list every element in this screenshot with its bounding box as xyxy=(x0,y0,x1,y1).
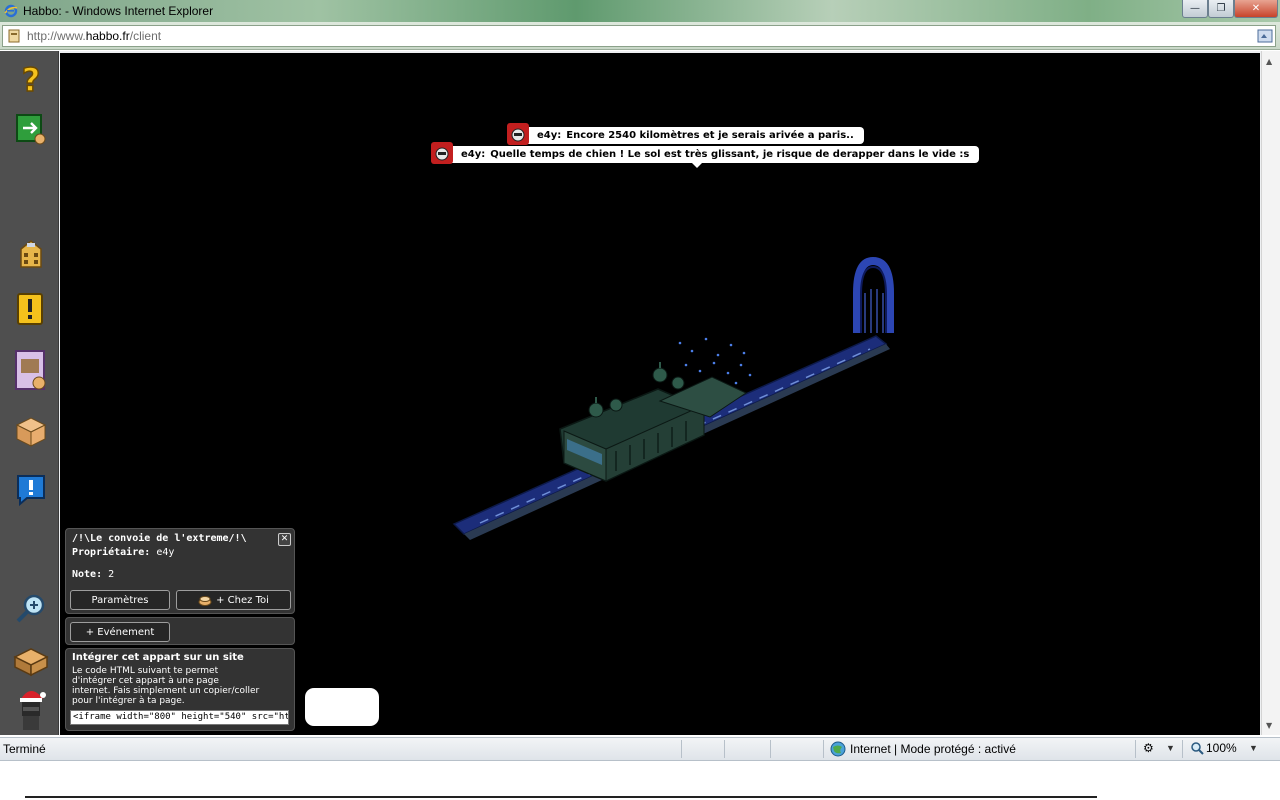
chat-username: e4y: xyxy=(461,149,486,160)
rating-value: 2 xyxy=(108,569,115,580)
status-text: Terminé xyxy=(3,742,46,756)
hotel-view-icon[interactable] xyxy=(13,235,49,271)
chat-message: Encore 2540 kilomètres et je serais ariv… xyxy=(566,130,854,141)
internet-explorer-icon xyxy=(4,4,18,18)
help-icon[interactable]: ? xyxy=(13,61,49,97)
security-settings-icon[interactable]: ⚙ xyxy=(1143,741,1154,755)
minimize-button[interactable]: — xyxy=(1182,0,1208,18)
svg-text:?: ? xyxy=(22,61,41,97)
settings-button[interactable]: Paramètres xyxy=(70,590,170,610)
taskbar-edge xyxy=(25,796,1097,798)
room-icon[interactable] xyxy=(13,641,49,677)
maximize-button[interactable]: ❐ xyxy=(1208,0,1234,18)
zoom-dropdown-icon[interactable]: ▼ xyxy=(1249,743,1258,753)
room-info-panel: /!\Le convoie de l'extreme/!\ ✕ Propriét… xyxy=(65,528,295,614)
zoom-icon[interactable] xyxy=(13,591,49,627)
chat-bubble[interactable]: e4y: Encore 2540 kilomètres et je serais… xyxy=(507,123,864,145)
inventory-icon[interactable] xyxy=(13,413,49,449)
room-canvas[interactable]: e4y: Encore 2540 kilomètres et je serais… xyxy=(60,53,1260,735)
add-event-button[interactable]: + Evénement xyxy=(70,622,170,642)
event-panel: + Evénement xyxy=(65,617,295,645)
chat-bubble-tail xyxy=(692,163,702,168)
owner-label: Propriétaire: xyxy=(72,547,151,558)
security-dropdown-icon[interactable]: ▼ xyxy=(1166,743,1175,753)
close-window-button[interactable]: ✕ xyxy=(1234,0,1278,18)
window-title: Habbo: - Windows Internet Explorer xyxy=(23,4,214,18)
archway-gate xyxy=(853,256,894,333)
embed-panel: Intégrer cet appart sur un site Le code … xyxy=(65,648,295,731)
habbo-toolbar: ? xyxy=(0,51,59,735)
chat-avatar-icon xyxy=(507,123,529,145)
address-field[interactable]: http://www.habbo.fr/client xyxy=(2,25,1276,47)
chat-message: Quelle temps de chien ! Le sol est très … xyxy=(490,149,970,160)
close-icon[interactable]: ✕ xyxy=(278,533,291,546)
avatar-icon[interactable] xyxy=(13,685,49,731)
rating-label: Note: xyxy=(72,569,103,580)
globe-icon xyxy=(830,741,846,757)
address-url: http://www.habbo.fr/client xyxy=(27,29,162,43)
catalogue-icon[interactable] xyxy=(13,349,49,393)
site-icon xyxy=(8,29,20,43)
compatibility-view-icon[interactable] xyxy=(1257,28,1273,44)
zoom-level: 100% xyxy=(1206,741,1237,755)
chat-bubble[interactable]: e4y: Quelle temps de chien ! Le sol est … xyxy=(431,142,980,168)
add-home-button[interactable]: + Chez Toi xyxy=(176,590,291,610)
owner-name: e4y xyxy=(156,547,175,558)
scroll-up-icon[interactable]: ▲ xyxy=(1266,57,1272,66)
notice-icon[interactable] xyxy=(13,291,49,327)
browser-content: ? e4y: Encore 2540 kilomètres et je sera… xyxy=(0,51,1280,735)
window-title-bar: Habbo: - Windows Internet Explorer — ❐ ✕ xyxy=(0,0,1280,22)
zone-text: Internet | Mode protégé : activé xyxy=(850,742,1016,756)
embed-code-input[interactable]: <iframe width="800" height="540" src="ht… xyxy=(70,710,289,725)
chat-avatar-icon xyxy=(431,142,453,164)
scroll-down-icon[interactable]: ▼ xyxy=(1266,721,1272,730)
address-bar: http://www.habbo.fr/client xyxy=(0,22,1280,50)
embed-description: Le code HTML suivant te permet d'intégre… xyxy=(72,666,260,706)
chat-username: e4y: xyxy=(537,130,562,141)
exit-room-icon[interactable] xyxy=(13,111,49,147)
embed-title: Intégrer cet appart sur un site xyxy=(72,652,244,663)
room-name: /!\Le convoie de l'extreme/!\ xyxy=(72,533,247,544)
help-bubble-icon[interactable] xyxy=(13,471,49,507)
security-zone[interactable]: Internet | Mode protégé : activé xyxy=(830,741,1016,757)
empty-chat-bubble xyxy=(305,688,379,726)
vertical-scrollbar[interactable]: ▲ ▼ xyxy=(1261,51,1280,735)
status-bar: Terminé Internet | Mode protégé : activé… xyxy=(0,737,1280,761)
zoom-control[interactable]: 100% xyxy=(1190,741,1237,755)
zoom-magnifier-icon xyxy=(1191,742,1204,755)
home-cake-icon xyxy=(198,596,212,606)
